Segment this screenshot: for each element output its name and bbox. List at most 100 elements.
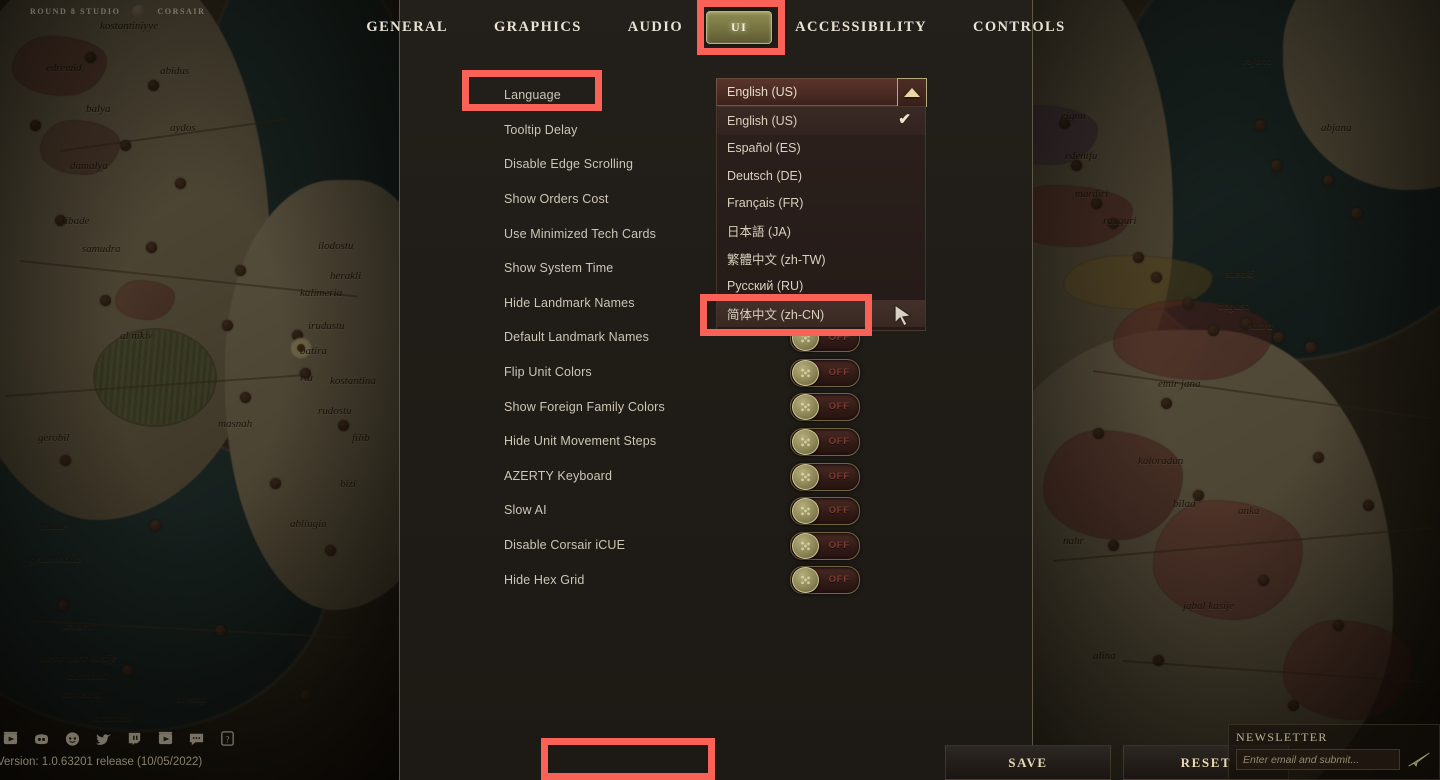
language-option-label: 简体中文 (zh-CN) [727, 307, 825, 322]
setting-label-hide-landmark-names: Hide Landmark Names [504, 295, 635, 310]
reddit-icon[interactable] [64, 730, 81, 747]
language-option-label: Deutsch (DE) [727, 168, 803, 183]
setting-row: Hide Unit Movement Steps OFF [400, 424, 1032, 459]
setting-row: Flip Unit Colors OFF [400, 355, 1032, 390]
toggle-state-label: OFF [828, 574, 850, 586]
language-option-label: Español (ES) [727, 141, 801, 156]
tab-controls[interactable]: CONTROLS [959, 12, 1080, 43]
setting-label-azerty-keyboard: AZERTY Keyboard [504, 468, 613, 483]
map-background-right: rojona eignu edentfu mardiri rauguri sab… [1033, 0, 1440, 780]
studio-logo-label: Round 8 Studio [30, 6, 121, 16]
toggle-state-label: OFF [828, 401, 850, 413]
checkmark-icon: ✔ [898, 111, 911, 128]
toggle-state-label: OFF [828, 539, 850, 551]
language-option[interactable]: Français (FR) [717, 190, 925, 218]
toggle-state-label: OFF [828, 505, 850, 517]
language-option[interactable]: Deutsch (DE) [717, 162, 925, 190]
toggle-state-label: OFF [828, 332, 850, 344]
tab-general[interactable]: GENERAL [352, 12, 462, 43]
setting-label-hide-unit-movement-steps: Hide Unit Movement Steps [504, 434, 657, 449]
setting-label-default-landmark-names: Default Landmark Names [504, 330, 650, 345]
setting-label-disable-edge-scrolling: Disable Edge Scrolling [504, 157, 634, 172]
toggle-azerty-keyboard[interactable]: OFF [790, 462, 860, 491]
mouse-cursor-icon [894, 303, 913, 327]
game-settings-screen: kostantiniyye edremid abidus balya aydos… [0, 0, 1440, 780]
setting-row: Hide Hex Grid OFF [400, 562, 1032, 597]
setting-label-language: Language [504, 88, 561, 103]
language-option-label: 繁體中文 (zh-TW) [727, 252, 826, 267]
toggle-knob [792, 428, 819, 455]
partner-logo-label: Corsair [157, 6, 206, 16]
save-button-label: SAVE [1008, 754, 1048, 770]
setting-label-show-foreign-family-colors: Show Foreign Family Colors [504, 399, 665, 414]
tab-ui[interactable]: UI [706, 10, 773, 44]
setting-label-tooltip-delay: Tooltip Delay [504, 122, 578, 137]
reset-button-label: RESET [1180, 754, 1232, 770]
toggle-knob [792, 394, 819, 421]
language-dropdown-button[interactable]: English (US) [716, 78, 927, 107]
setting-label-flip-unit-colors: Flip Unit Colors [504, 365, 592, 380]
twitch-icon[interactable] [126, 730, 143, 747]
newsletter-panel: NEWSLETTER Enter email and submit... [1228, 724, 1440, 780]
tab-accessibility[interactable]: ACCESSIBILITY [781, 12, 941, 43]
setting-row: Slow AI OFF [400, 493, 1032, 528]
language-selected-value: English (US) [727, 85, 798, 99]
language-option-label: Français (FR) [727, 196, 804, 211]
youtube-icon[interactable] [2, 730, 19, 747]
setting-label-disable-corsair-icue: Disable Corsair iCUE [504, 538, 626, 553]
language-option-label: English (US) [727, 113, 798, 128]
setting-row: AZERTY Keyboard OFF [400, 459, 1032, 494]
setting-label-slow-ai: Slow AI [504, 503, 547, 518]
language-option-label: 日本語 (JA) [727, 225, 791, 240]
send-icon[interactable] [1406, 750, 1432, 769]
chat-icon[interactable] [188, 730, 205, 747]
toggle-knob [792, 359, 819, 386]
discord-icon[interactable] [33, 730, 50, 747]
language-option[interactable]: 繁體中文 (zh-TW) [717, 245, 925, 273]
toggle-knob [792, 498, 819, 525]
setting-label-show-system-time: Show System Time [504, 261, 614, 276]
setting-label-use-minimized-tech-cards: Use Minimized Tech Cards [504, 226, 657, 241]
setting-label-hide-hex-grid: Hide Hex Grid [504, 572, 585, 587]
language-option-label: Русский (RU) [727, 278, 804, 293]
svg-text:?: ? [225, 735, 229, 745]
toggle-show-foreign-family-colors[interactable]: OFF [790, 393, 860, 422]
social-links-row[interactable]: ? [0, 730, 236, 747]
toggle-knob [792, 532, 819, 559]
toggle-slow-ai[interactable]: OFF [790, 497, 860, 526]
map-background-left: kostantiniyye edremid abidus balya aydos… [0, 0, 399, 780]
settings-tab-bar: GENERAL GRAPHICS AUDIO UI ACCESSIBILITY CONTR… [366, 0, 1064, 54]
logo-orb-icon [132, 4, 146, 18]
tab-audio[interactable]: AUDIO [614, 12, 697, 43]
language-options-list[interactable]: English (US) ✔ Español (ES) Deutsch (DE) Fra… [716, 106, 926, 331]
youtube-alt-icon[interactable] [157, 730, 174, 747]
language-option[interactable]: English (US) ✔ [717, 107, 925, 135]
toggle-disable-corsair-icue[interactable]: OFF [790, 531, 860, 560]
settings-panel: GENERAL GRAPHICS AUDIO UI ACCESSIBILITY CONTR… [366, 0, 1289, 780]
version-label: Version: 1.0.63201 release (10/05/2022) [0, 756, 203, 768]
twitter-icon[interactable] [95, 730, 112, 747]
save-button[interactable]: SAVE [945, 745, 1111, 780]
chevron-up-icon [904, 88, 920, 97]
toggle-state-label: OFF [828, 435, 850, 447]
language-option[interactable]: Español (ES) [717, 135, 925, 163]
dropdown-collapse-button[interactable] [897, 78, 927, 107]
toggle-flip-unit-colors[interactable]: OFF [790, 358, 860, 387]
newsletter-email-input[interactable]: Enter email and submit... [1236, 749, 1400, 770]
setting-row: Disable Corsair iCUE OFF [400, 528, 1032, 563]
toggle-state-label: OFF [828, 470, 850, 482]
help-icon[interactable]: ? [219, 730, 236, 747]
language-option[interactable]: 日本語 (JA) [717, 217, 925, 245]
toggle-knob [792, 463, 819, 490]
newsletter-placeholder: Enter email and submit... [1243, 754, 1360, 766]
setting-label-show-orders-cost: Show Orders Cost [504, 192, 609, 207]
toggle-state-label: OFF [828, 366, 850, 378]
toggle-hide-unit-movement-steps[interactable]: OFF [790, 427, 860, 456]
newsletter-title: NEWSLETTER [1236, 730, 1328, 744]
studio-logos: Round 8 Studio Corsair [30, 0, 206, 22]
toggle-hide-hex-grid[interactable]: OFF [790, 566, 860, 595]
setting-row: Show Foreign Family Colors OFF [400, 389, 1032, 424]
tab-graphics[interactable]: GRAPHICS [480, 12, 596, 43]
language-option[interactable]: Русский (RU) [717, 272, 925, 300]
toggle-knob [792, 567, 819, 594]
